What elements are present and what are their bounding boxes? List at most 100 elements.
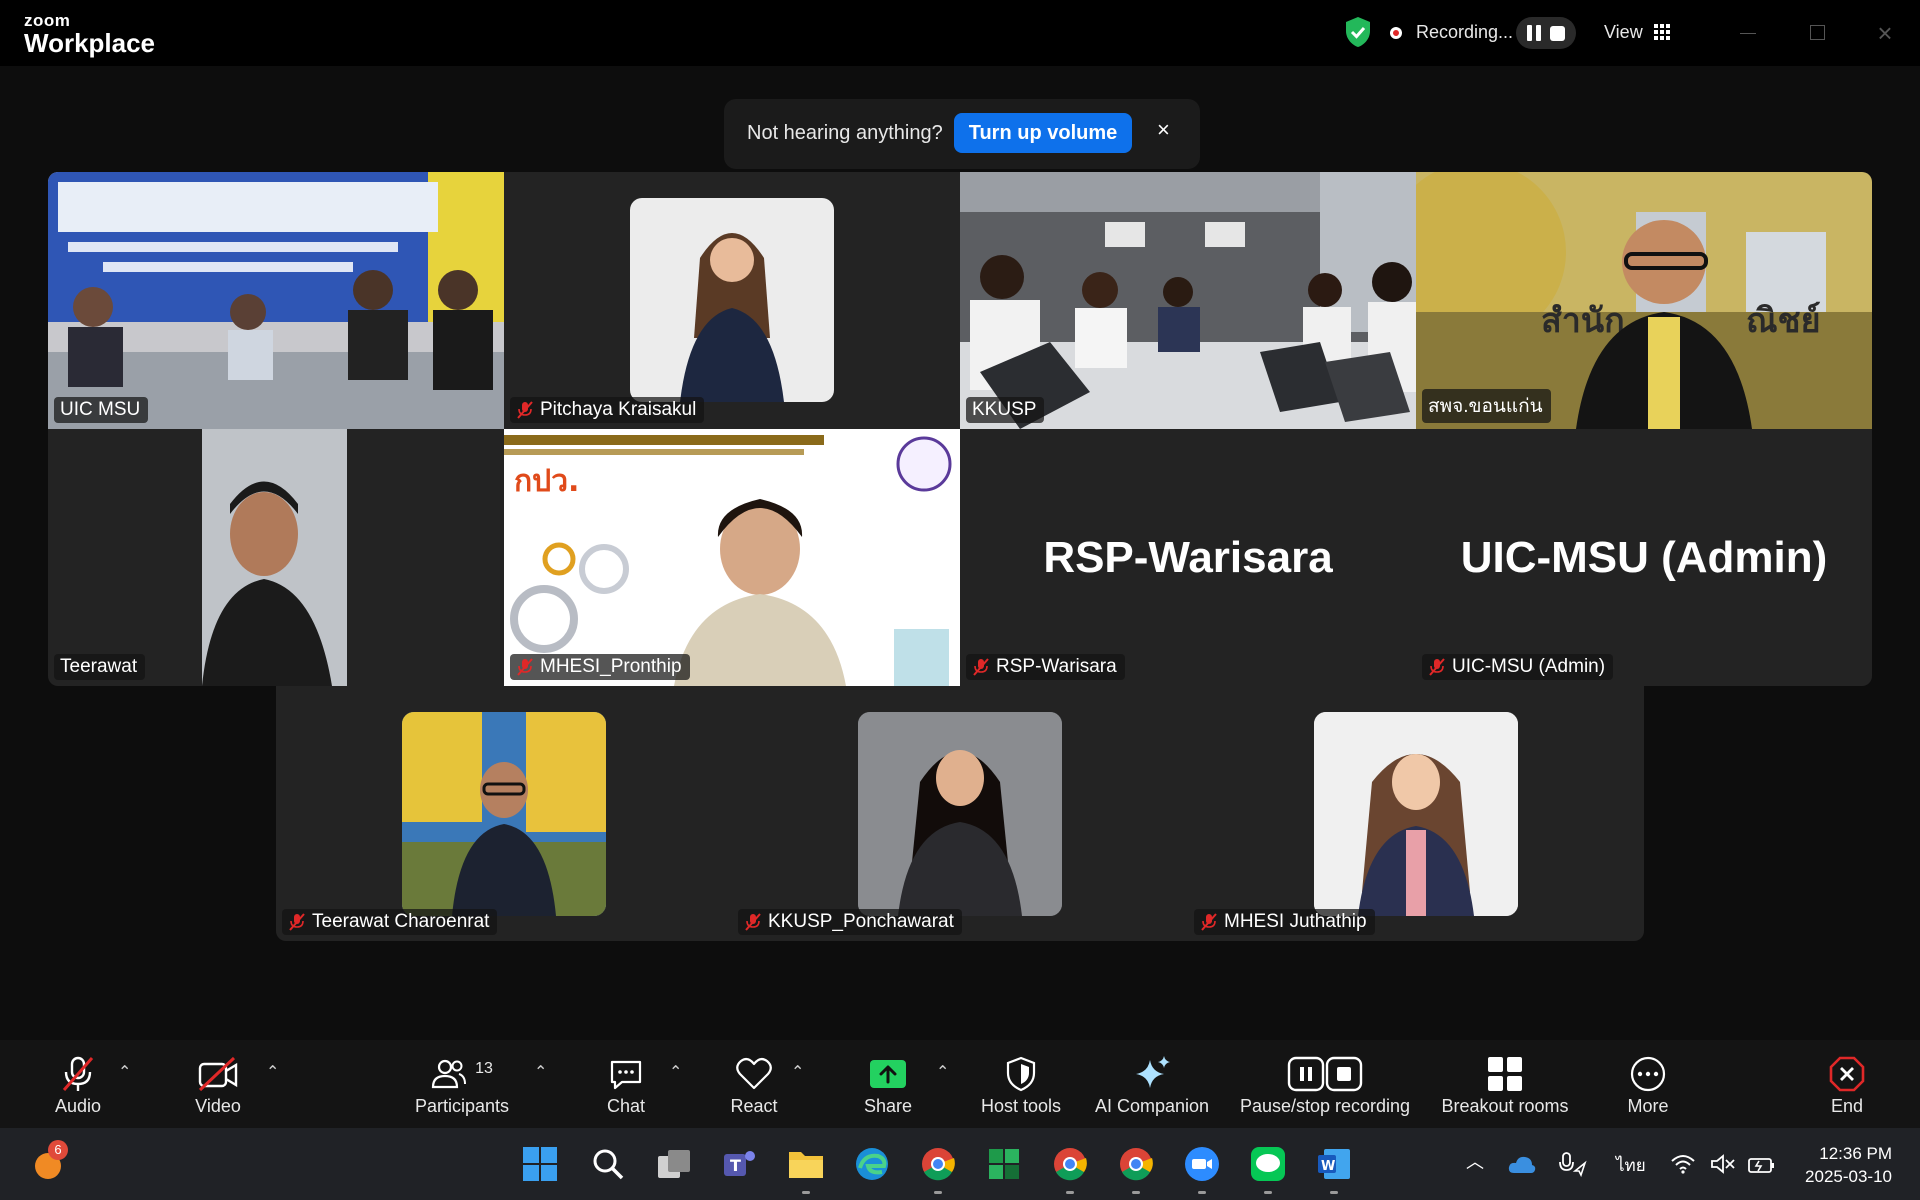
maximize-icon[interactable] [1802,18,1832,48]
avatar-photo [680,233,784,402]
system-clock[interactable]: 12:36 PM 2025-03-10 [1805,1142,1892,1188]
cloud-icon [1508,1156,1536,1173]
muted-mic-icon [62,1056,94,1091]
video-tile[interactable]: UIC-MSU (Admin) UIC-MSU (Admin) [1416,429,1872,686]
participant-name-label: KKUSP [966,397,1045,423]
chrome-profile-app-2[interactable] [1114,1142,1158,1194]
video-tile[interactable]: UIC MSU [48,172,504,429]
turn-up-volume-button[interactable]: Turn up volume [954,113,1132,153]
green-app[interactable] [982,1142,1026,1186]
participant-name-label: MHESI_Pronthip [510,654,690,680]
participant-display-name: UIC-MSU (Admin) [1460,532,1828,582]
participants-options-chevron-icon[interactable]: ⌃ [534,1062,547,1082]
video-button[interactable]: Video [184,1054,252,1117]
video-tile[interactable]: MHESI Juthathip [1188,686,1644,941]
heart-icon [736,1057,772,1090]
muted-mic-icon [1201,913,1217,931]
battery-tray[interactable] [1744,1142,1778,1186]
taskbar-search[interactable] [586,1142,630,1186]
chrome-icon [1054,1148,1087,1181]
microphone-tray[interactable] [1554,1142,1590,1186]
muted-mic-icon [745,913,761,931]
teams-app[interactable]: T [718,1142,762,1186]
close-notification-icon[interactable]: × [1157,117,1170,143]
recording-status: Recording... [1416,22,1514,42]
participants-count: 13 [475,1060,493,1077]
wifi-icon [1671,1155,1695,1174]
muted-mic-icon [517,401,533,419]
react-button[interactable]: React [726,1054,782,1117]
grid-view-icon[interactable] [1654,24,1670,40]
svg-text:ณิชย์: ณิชย์ [1746,301,1821,341]
chat-button[interactable]: Chat [598,1054,654,1117]
recording-controls [1516,17,1576,49]
view-button[interactable]: View [1604,22,1643,43]
task-view[interactable] [652,1142,696,1186]
word-app[interactable]: W [1312,1142,1356,1194]
search-icon [593,1149,624,1180]
ai-companion-button[interactable]: AI Companion [1092,1054,1212,1117]
avatar [858,712,1062,916]
conference-room-video [960,172,1416,429]
host-tools-button[interactable]: Host tools [976,1054,1066,1117]
chrome-profile-app[interactable] [1048,1142,1092,1194]
battery-charging-icon [1748,1158,1774,1173]
video-tile[interactable]: RSP-Warisara RSP-Warisara [960,429,1416,686]
svg-text:W: W [1321,1159,1335,1174]
muted-mic-icon [1429,658,1445,676]
muted-mic-icon [289,913,305,931]
participant-name-label: UIC MSU [54,397,149,423]
participant-name-label: RSP-Warisara [966,654,1125,680]
video-tile[interactable]: สำนัก ณิชย์ สพจ.ขอนแก่น [1416,172,1872,429]
participants-button[interactable]: 13 Participants [410,1054,514,1117]
avatar [630,198,834,402]
weather-widget[interactable]: 6 [26,1140,70,1186]
edge-app[interactable] [850,1142,894,1186]
input-language-indicator[interactable]: ไทย [1616,1152,1646,1179]
video-tile[interactable]: Pitchaya Kraisakul [504,172,960,429]
video-tile[interactable]: Teerawat Charoenrat [276,686,732,941]
onedrive-tray[interactable] [1504,1142,1540,1186]
muted-mic-icon [973,658,989,676]
portrait-video [202,429,347,686]
svg-text:T: T [730,1156,741,1175]
avatar [1314,712,1518,916]
react-options-chevron-icon[interactable]: ⌃ [791,1062,804,1082]
pause-stop-recording-button[interactable]: Pause/stop recording [1234,1054,1416,1117]
volume-tray[interactable] [1706,1142,1740,1186]
pause-recording-icon[interactable] [1526,25,1541,41]
folder-icon [789,1152,823,1178]
chat-options-chevron-icon[interactable]: ⌃ [669,1062,682,1082]
wifi-tray[interactable] [1666,1142,1700,1186]
end-meeting-icon [1829,1056,1865,1092]
share-button[interactable]: Share [858,1054,918,1117]
file-explorer-app[interactable] [784,1142,828,1194]
show-hidden-icons-chevron-icon[interactable]: ︿ [1466,1148,1484,1174]
sheets-icon [989,1149,1019,1179]
video-tile-active-speaker[interactable]: KKUSP [960,172,1416,429]
breakout-rooms-button[interactable]: Breakout rooms [1438,1054,1572,1117]
close-window-icon[interactable]: × [1870,18,1900,48]
share-options-chevron-icon[interactable]: ⌃ [936,1062,949,1082]
participant-name-label: Pitchaya Kraisakul [510,397,705,423]
pause-stop-recording-icon [1287,1056,1363,1092]
more-button[interactable]: More [1622,1054,1674,1117]
minimize-icon[interactable] [1734,18,1764,48]
audio-button[interactable]: Audio [40,1054,116,1117]
encryption-shield-icon[interactable] [1344,16,1372,48]
video-tile[interactable]: กปว. MHESI_Pronthip [504,429,960,686]
start-button[interactable] [518,1142,562,1186]
video-tile[interactable]: Teerawat [48,429,504,686]
zoom-app[interactable] [1180,1142,1224,1194]
video-tile[interactable]: KKUSP_Ponchawarat [732,686,1188,941]
avatar-photo [402,712,606,916]
participant-display-name: RSP-Warisara [1043,532,1333,582]
video-options-chevron-icon[interactable]: ⌃ [266,1062,279,1082]
stop-recording-icon[interactable] [1550,25,1566,41]
participants-icon [431,1059,467,1089]
audio-options-chevron-icon[interactable]: ⌃ [118,1062,131,1082]
end-meeting-button[interactable]: End [1826,1054,1868,1117]
chrome-app[interactable] [916,1142,960,1194]
line-app[interactable] [1246,1142,1290,1194]
participant-name-label: KKUSP_Ponchawarat [738,909,962,935]
